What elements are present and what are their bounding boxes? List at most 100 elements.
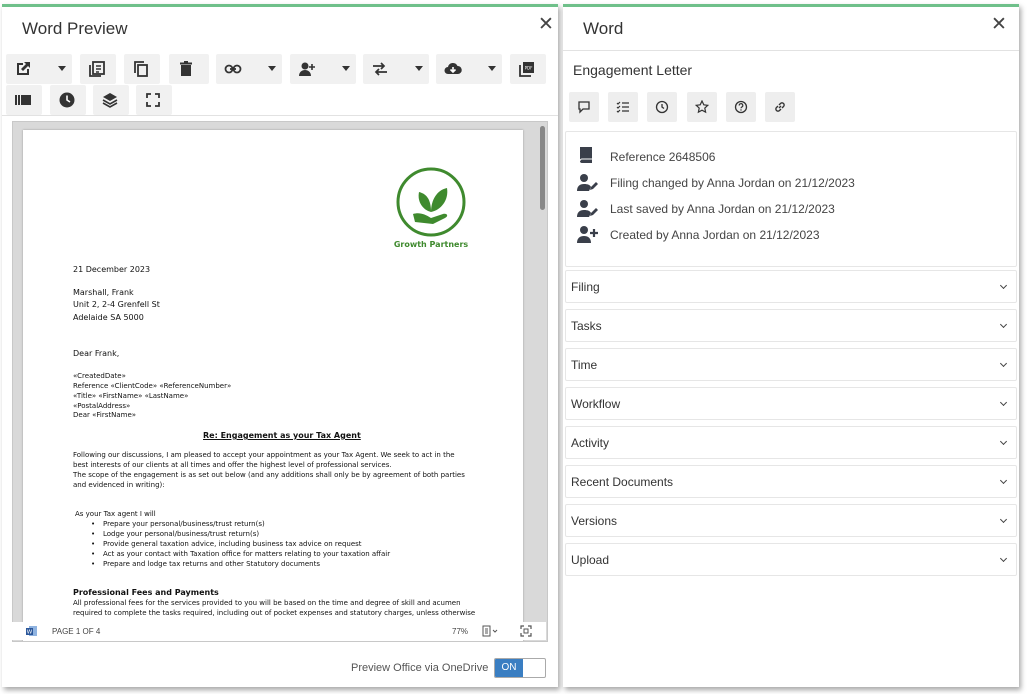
scrollbar[interactable] (540, 126, 545, 210)
comment-button[interactable] (569, 92, 599, 122)
salutation: Dear Frank, (73, 349, 120, 358)
section-label: Versions (571, 514, 618, 528)
paragraph-line: All professional fees for the services p… (73, 599, 461, 607)
user-edit-icon (577, 200, 598, 217)
fit-page-icon[interactable] (520, 625, 532, 637)
section-workflow[interactable]: Workflow (565, 387, 1017, 420)
chevron-down-icon[interactable] (268, 66, 276, 71)
history-button[interactable] (50, 85, 86, 115)
merge-field: Reference «ClientCode» «ReferenceNumber» (73, 382, 232, 390)
svg-text:PDF: PDF (525, 66, 533, 71)
address-line: Adelaide SA 5000 (73, 313, 144, 322)
transfer-icon (373, 62, 387, 76)
chevron-down-icon[interactable] (58, 66, 66, 71)
document-viewer[interactable]: Growth Partners 21 December 2023 Marshal… (12, 121, 548, 642)
fullscreen-button[interactable] (136, 85, 172, 115)
section-upload[interactable]: Upload (565, 543, 1017, 576)
section-time[interactable]: Time (565, 348, 1017, 381)
delete-button[interactable] (169, 54, 209, 84)
link-button[interactable] (216, 54, 282, 84)
comment-icon (578, 101, 590, 114)
close-icon[interactable]: ✕ (538, 15, 554, 34)
merge-field: Dear «FirstName» (73, 411, 137, 419)
section-heading: Professional Fees and Payments (73, 588, 219, 597)
chevron-down-icon[interactable] (488, 66, 496, 71)
link-icon (775, 102, 785, 112)
download-cloud-button[interactable] (436, 54, 502, 84)
word-icon: W (26, 626, 37, 636)
list-item: Lodge your personal/business/trust retur… (91, 530, 259, 538)
section-activity[interactable]: Activity (565, 426, 1017, 459)
header-divider (563, 50, 1019, 51)
delete-icon (180, 61, 192, 76)
section-versions[interactable]: Versions (565, 504, 1017, 537)
time-button[interactable] (647, 92, 677, 122)
toggle-state: ON (495, 659, 523, 677)
section-label: Filing (571, 280, 600, 294)
download-cloud-icon (444, 62, 462, 74)
section-tasks[interactable]: Tasks (565, 309, 1017, 342)
paragraph-line: Following our discussions, I am pleased … (73, 451, 455, 459)
chevron-down-icon (999, 359, 1008, 368)
history-icon (59, 92, 75, 108)
section-label: Tasks (571, 319, 602, 333)
reference-text: Reference 2648506 (610, 150, 716, 164)
help-button[interactable] (726, 92, 756, 122)
section-label: Recent Documents (571, 475, 674, 489)
chevron-down-icon (999, 281, 1008, 290)
transfer-button[interactable] (363, 54, 429, 84)
onedrive-toggle-label: Preview Office via OneDrive (351, 662, 489, 674)
duplicate-button[interactable] (124, 54, 160, 84)
word-preview-panel: Word Preview ✕ PDF Growth Partners 21 De… (2, 4, 558, 687)
section-label: Time (571, 358, 598, 372)
assign-user-button[interactable] (290, 54, 356, 84)
leaf-hand-icon (396, 167, 466, 237)
chevron-down-icon[interactable] (342, 66, 350, 71)
chevron-down-icon (999, 320, 1008, 329)
onedrive-toggle[interactable]: ON (494, 658, 546, 678)
copy-to-library-button[interactable] (80, 54, 116, 84)
document-info: Reference 2648506 Filing changed by Anna… (565, 131, 1017, 267)
open-external-icon (17, 62, 30, 75)
view-mode-icon[interactable] (482, 625, 498, 637)
checklist-button[interactable] (608, 92, 638, 122)
section-label: Activity (571, 436, 610, 450)
help-icon (734, 100, 748, 114)
paragraph-line: required to complete the tasks required,… (73, 609, 476, 617)
pdf-icon: PDF (519, 62, 534, 77)
favourite-button[interactable] (687, 92, 717, 122)
zoom-level[interactable]: 77% (452, 627, 468, 636)
close-icon[interactable]: ✕ (991, 15, 1007, 34)
pdf-button[interactable]: PDF (510, 54, 546, 84)
chevron-down-icon (999, 554, 1008, 563)
book-icon (579, 147, 592, 163)
user-add-icon (577, 226, 598, 243)
list-intro: As your Tax agent I will (75, 510, 156, 518)
checklist-icon (616, 101, 629, 113)
section-recent-documents[interactable]: Recent Documents (565, 465, 1017, 498)
chevron-down-icon[interactable] (415, 66, 423, 71)
section-filing[interactable]: Filing (565, 270, 1017, 303)
assign-user-icon (299, 62, 315, 76)
duplicate-icon (134, 61, 148, 77)
library-icon (15, 95, 31, 105)
chevron-down-icon (999, 515, 1008, 524)
link-button[interactable] (765, 92, 795, 122)
layers-button[interactable] (93, 85, 129, 115)
star-icon (695, 100, 709, 114)
fullscreen-icon (146, 93, 160, 107)
status-bar: W PAGE 1 OF 4 77% (12, 622, 546, 640)
address-line: Marshall, Frank (73, 288, 134, 297)
library-button[interactable] (6, 85, 42, 115)
layers-icon (102, 93, 118, 108)
section-label: Upload (571, 553, 610, 567)
page-indicator: PAGE 1 OF 4 (52, 627, 101, 636)
open-external-button[interactable] (6, 54, 72, 84)
chevron-down-icon (999, 476, 1008, 485)
panel-title: Word Preview (22, 19, 128, 38)
list-item: Act as your contact with Taxation office… (91, 550, 390, 558)
last-saved-text: Last saved by Anna Jordan on 21/12/2023 (610, 202, 835, 216)
address-line: Unit 2, 2-4 Grenfell St (73, 300, 160, 309)
letter-subject: Re: Engagement as your Tax Agent (203, 431, 361, 440)
merge-field: «Title» «FirstName» «LastName» (73, 392, 189, 400)
